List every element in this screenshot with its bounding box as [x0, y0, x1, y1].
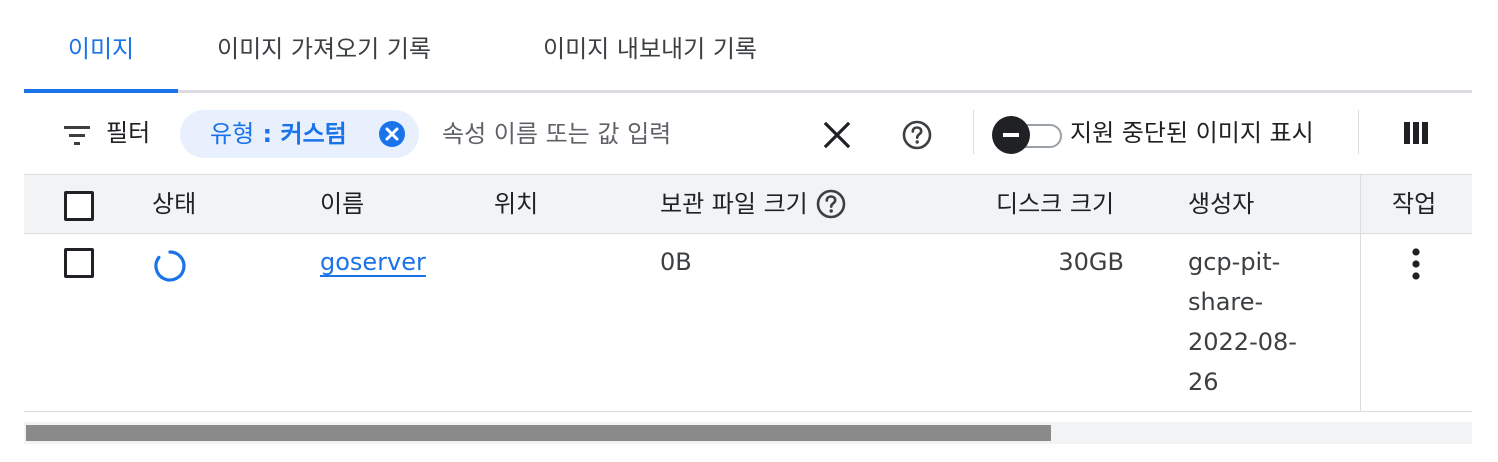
header-location[interactable]: 위치 [494, 187, 538, 221]
toolbar-divider [973, 110, 974, 154]
clear-icon[interactable] [824, 122, 850, 148]
active-tab-indicator [24, 89, 178, 93]
creator-line: gcp-pit- [1188, 248, 1281, 276]
creator-line: 2022-08- [1188, 328, 1297, 356]
tab-images[interactable]: 이미지 [24, 0, 178, 93]
header-status[interactable]: 상태 [152, 187, 196, 221]
header-archive-size[interactable]: 보관 파일 크기 [660, 187, 846, 221]
filter-bar: 필터 유형 : 커스텀 지원 중단된 이미지 표시 [24, 96, 1472, 174]
header-disk-size[interactable]: 디스크 크기 [996, 187, 1114, 221]
tab-image-export-history[interactable]: 이미지 내보내기 기록 [504, 0, 796, 93]
filter-search-input[interactable] [442, 114, 812, 154]
column-display-icon[interactable] [1404, 122, 1428, 144]
tab-image-import-history[interactable]: 이미지 가져오기 기록 [178, 0, 470, 93]
table-header: 상태 이름 위치 보관 파일 크기 디스크 크기 생성자 작업 [24, 174, 1472, 234]
cell-archive-size: 0B [660, 248, 692, 276]
filter-chip-separator: : [254, 120, 281, 148]
more-actions-icon[interactable] [1402, 244, 1430, 284]
header-archive-size-label: 보관 파일 크기 [660, 190, 808, 218]
creator-line: 26 [1188, 368, 1219, 396]
images-table: 상태 이름 위치 보관 파일 크기 디스크 크기 생성자 작업 goserver… [24, 174, 1472, 412]
filter-icon[interactable] [64, 123, 92, 147]
cell-disk-size: 30GB [1058, 248, 1124, 276]
actions-column-divider [1360, 174, 1361, 412]
select-all-checkbox[interactable] [64, 191, 94, 221]
help-icon[interactable] [816, 189, 846, 219]
filter-chip-text: 유형 : 커스텀 [210, 118, 347, 150]
filter-chip-value: 커스텀 [280, 120, 347, 148]
image-name-link[interactable]: goserver [320, 242, 426, 282]
header-creator[interactable]: 생성자 [1188, 187, 1254, 221]
help-icon[interactable] [902, 120, 932, 150]
loading-spinner-icon [154, 250, 186, 282]
header-name[interactable]: 이름 [320, 187, 364, 221]
horizontal-scrollbar[interactable] [24, 422, 1472, 444]
chip-close-icon[interactable] [378, 120, 406, 148]
tab-bar: 이미지 이미지 가져오기 기록 이미지 내보내기 기록 [24, 0, 1472, 93]
creator-line: share- [1188, 288, 1264, 316]
filter-chip-key: 유형 [210, 120, 255, 148]
cell-creator: gcp-pit- share- 2022-08- 26 [1188, 242, 1328, 402]
header-actions: 작업 [1392, 190, 1437, 218]
table-row: goserver 0B 30GB gcp-pit- share- 2022-08… [24, 234, 1472, 412]
show-deprecated-toggle[interactable] [992, 114, 1062, 154]
toggle-knob [992, 116, 1030, 154]
scrollbar-thumb[interactable] [26, 425, 1051, 441]
toolbar-divider [1358, 110, 1359, 154]
filter-chip-type-custom[interactable]: 유형 : 커스텀 [180, 110, 419, 158]
show-deprecated-label[interactable]: 지원 중단된 이미지 표시 [1070, 116, 1314, 150]
row-checkbox[interactable] [64, 248, 94, 278]
filter-label[interactable]: 필터 [106, 116, 150, 150]
